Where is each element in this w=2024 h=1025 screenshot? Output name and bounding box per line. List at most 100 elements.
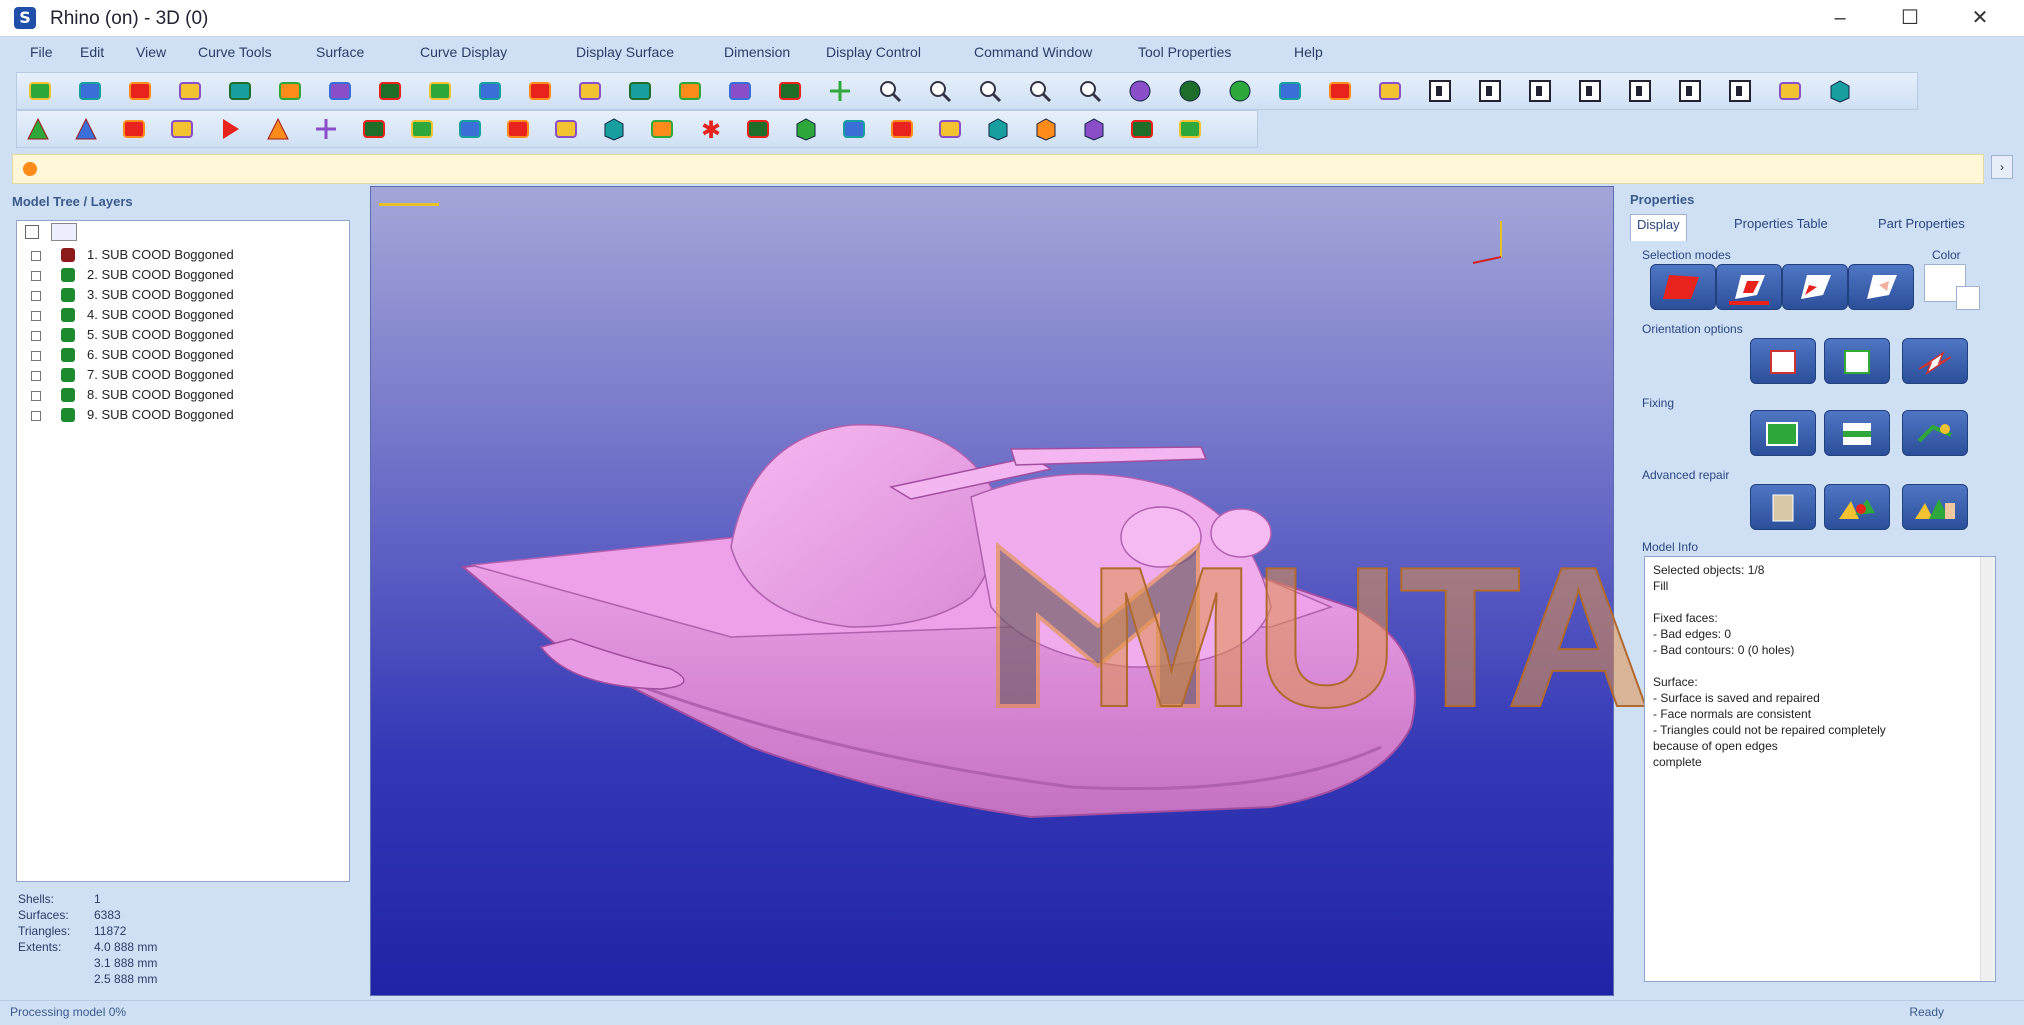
fix-1-button[interactable] [1750, 410, 1816, 456]
menu-curve-tools[interactable]: Curve Tools [198, 44, 272, 60]
tree-expand-icon[interactable] [31, 331, 41, 341]
select-cut-icon[interactable] [841, 116, 867, 142]
tree-expand-icon[interactable] [31, 391, 41, 401]
zoom-out-icon[interactable] [1027, 78, 1053, 104]
surface-icon[interactable] [627, 78, 653, 104]
select-box-icon[interactable] [793, 116, 819, 142]
tab-properties-table[interactable]: Properties Table [1728, 214, 1834, 240]
new-file-icon[interactable] [27, 78, 53, 104]
edit-surface-icon[interactable] [577, 78, 603, 104]
tree-expand-icon[interactable] [31, 291, 41, 301]
tree-item[interactable]: 4. SUB COOD Boggoned [25, 305, 325, 325]
menu-file[interactable]: File [30, 44, 53, 60]
menu-tool-properties[interactable]: Tool Properties [1138, 44, 1231, 60]
3d-viewport[interactable] [370, 186, 1614, 996]
view-persp-icon[interactable] [1727, 78, 1753, 104]
zoom-extents-icon[interactable] [927, 78, 953, 104]
object-icon[interactable] [1777, 78, 1803, 104]
tree-item[interactable]: 5. SUB COOD Boggoned [25, 325, 325, 345]
command-bar[interactable]: › [12, 154, 2013, 184]
texture-icon[interactable] [1327, 78, 1353, 104]
redo-icon[interactable] [477, 78, 503, 104]
sector-dot-icon[interactable] [169, 116, 195, 142]
grid-icon[interactable] [527, 78, 553, 104]
copy-icon[interactable] [277, 78, 303, 104]
print-icon[interactable] [227, 78, 253, 104]
settings-icon[interactable] [377, 78, 403, 104]
tree-expand-icon[interactable] [31, 251, 41, 261]
toolbox-icon[interactable] [1827, 78, 1853, 104]
view-top-icon[interactable] [1427, 78, 1453, 104]
orient-1-button[interactable] [1750, 338, 1816, 384]
log-scrollbar[interactable] [1980, 557, 1995, 981]
minimize-button[interactable]: – [1820, 4, 1860, 32]
view-right-icon[interactable] [1527, 78, 1553, 104]
cube-icon[interactable] [1033, 116, 1059, 142]
select-mode-4-button[interactable] [1848, 264, 1914, 310]
tree-expand-icon[interactable] [31, 371, 41, 381]
undo-icon[interactable] [427, 78, 453, 104]
orient-2-button[interactable] [1824, 338, 1890, 384]
tree-item[interactable]: 6. SUB COOD Boggoned [25, 345, 325, 365]
menu-display-surface[interactable]: Display Surface [576, 44, 674, 60]
select-mode-3-button[interactable] [1782, 264, 1848, 310]
select-mode-2-button[interactable] [1716, 264, 1782, 310]
box-icon[interactable] [985, 116, 1011, 142]
leaf-icon[interactable] [553, 116, 579, 142]
tab-display[interactable]: Display [1630, 214, 1687, 241]
plus-icon[interactable] [827, 78, 853, 104]
tree-item[interactable]: 8. SUB COOD Boggoned [25, 385, 325, 405]
blue-triangle-icon[interactable] [265, 116, 291, 142]
tree-item[interactable]: 3. SUB COOD Boggoned [25, 285, 325, 305]
view-bottom-icon[interactable] [1677, 78, 1703, 104]
repair-2-button[interactable] [1824, 484, 1890, 530]
zoom-window-icon[interactable] [877, 78, 903, 104]
cube-green-icon[interactable] [601, 116, 627, 142]
save-icon[interactable] [77, 78, 103, 104]
paste-icon[interactable] [327, 78, 353, 104]
crosshair-icon[interactable] [313, 116, 339, 142]
shade-icon[interactable] [1127, 78, 1153, 104]
twist-icon[interactable] [505, 116, 531, 142]
select-mode-1-button[interactable] [1650, 264, 1716, 310]
command-expand-button[interactable]: › [1991, 155, 2013, 179]
menu-view[interactable]: View [136, 44, 166, 60]
close-button[interactable]: ✕ [1960, 4, 2000, 32]
zoom-in-icon[interactable] [977, 78, 1003, 104]
lasso-icon[interactable] [649, 116, 675, 142]
tree-item[interactable]: 2. SUB COOD Boggoned [25, 265, 325, 285]
view-front-icon[interactable] [1477, 78, 1503, 104]
open-icon[interactable] [127, 78, 153, 104]
surface-green-icon[interactable] [727, 78, 753, 104]
render-icon[interactable] [1177, 78, 1203, 104]
tree-toggle-icon[interactable] [25, 225, 39, 239]
menu-dimension[interactable]: Dimension [724, 44, 790, 60]
play-icon[interactable] [217, 116, 243, 142]
tree-item[interactable]: 1. SUB COOD Boggoned [25, 245, 325, 265]
triangle-icon[interactable] [25, 116, 51, 142]
pipe-icon[interactable] [1129, 116, 1155, 142]
layer-icon[interactable] [1377, 78, 1403, 104]
tree-expand-icon[interactable] [31, 311, 41, 321]
star-icon[interactable]: ✱ [697, 116, 723, 142]
menu-edit[interactable]: Edit [80, 44, 104, 60]
fix-3-button[interactable] [1902, 410, 1968, 456]
sector-icon[interactable] [121, 116, 147, 142]
render-green-icon[interactable] [1227, 78, 1253, 104]
menu-help[interactable]: Help [1294, 44, 1323, 60]
arc-icon[interactable] [777, 78, 803, 104]
repair-1-button[interactable] [1750, 484, 1816, 530]
menu-display-control[interactable]: Display Control [826, 44, 921, 60]
save-as-icon[interactable] [177, 78, 203, 104]
triangle-half-icon[interactable] [73, 116, 99, 142]
menu-command-window[interactable]: Command Window [974, 44, 1092, 60]
select-y-icon[interactable] [889, 116, 915, 142]
view-back-icon[interactable] [1627, 78, 1653, 104]
view-left-icon[interactable] [1577, 78, 1603, 104]
menu-curve-display[interactable]: Curve Display [420, 44, 507, 60]
tree-expand-icon[interactable] [31, 351, 41, 361]
tree-item[interactable]: 9. SUB COOD Boggoned [25, 405, 325, 425]
repair-3-button[interactable] [1902, 484, 1968, 530]
tree-item[interactable]: 7. SUB COOD Boggoned [25, 365, 325, 385]
zoom-selected-icon[interactable] [1077, 78, 1103, 104]
